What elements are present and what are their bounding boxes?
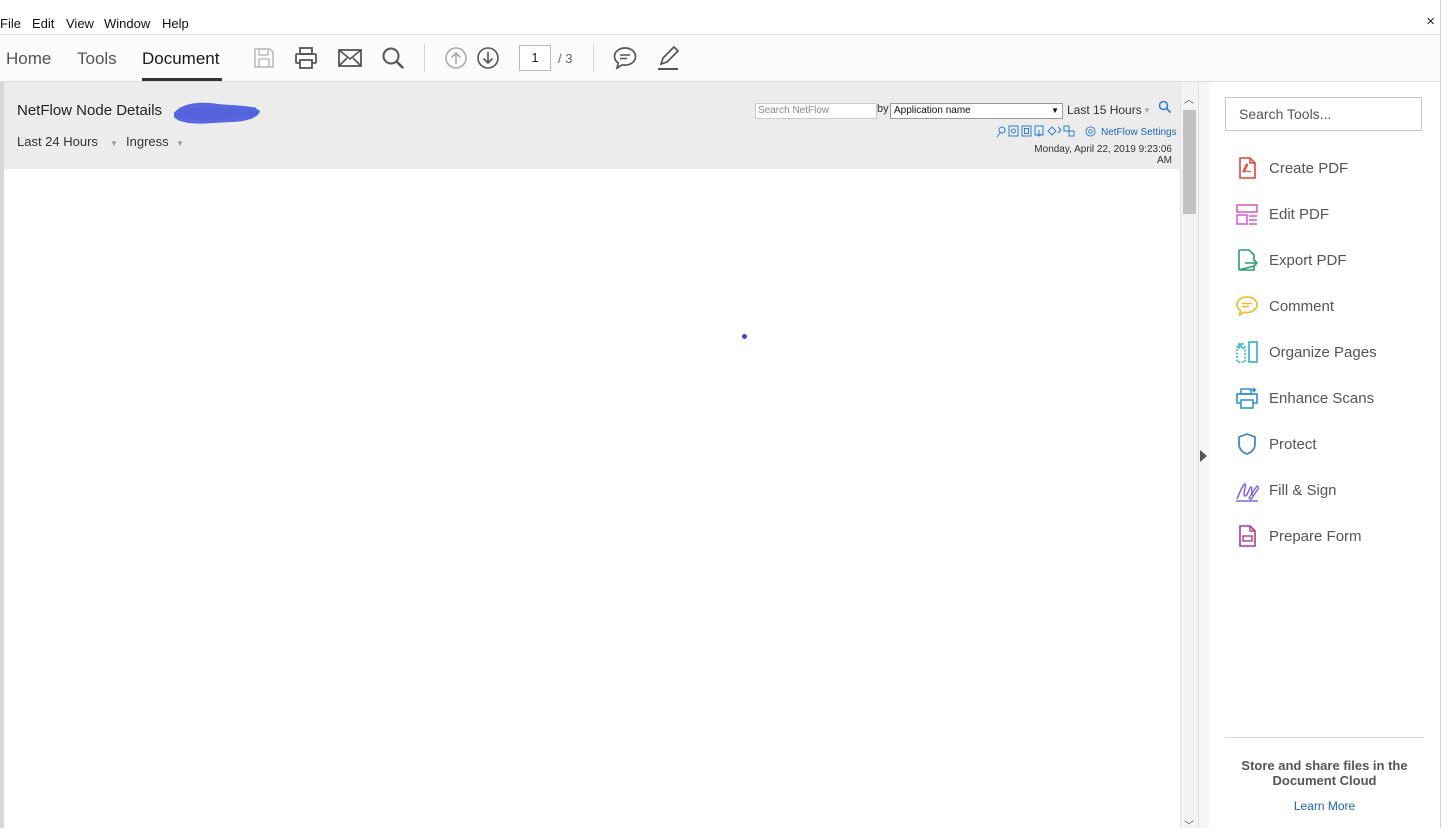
enhance-scans-icon xyxy=(1236,387,1258,409)
netflow-search-input[interactable]: Search NetFlow xyxy=(755,103,877,119)
chevron-down-icon[interactable]: ▼ xyxy=(1143,106,1151,115)
active-tab-indicator xyxy=(142,78,222,81)
menu-edit[interactable]: Edit xyxy=(32,16,54,31)
toolbar-separator xyxy=(424,44,425,72)
tab-home[interactable]: Home xyxy=(6,49,51,69)
tool-label: Edit PDF xyxy=(1269,206,1330,223)
tool-label: Export PDF xyxy=(1269,252,1347,269)
highlight-pen-icon[interactable] xyxy=(655,45,681,71)
tool-label: Prepare Form xyxy=(1269,528,1362,545)
page-down-icon[interactable] xyxy=(475,45,501,71)
tool-enhance-scans[interactable]: Enhance Scans xyxy=(1235,384,1435,414)
chevron-down-icon[interactable]: ▼ xyxy=(110,139,118,148)
document-left-border xyxy=(0,82,4,828)
redaction-scribble xyxy=(174,102,260,124)
tool-prepare-form[interactable]: Prepare Form xyxy=(1235,522,1435,552)
print-icon[interactable] xyxy=(293,45,319,71)
protect-icon xyxy=(1238,433,1256,455)
menu-window[interactable]: Window xyxy=(104,16,150,31)
tool-fill-sign[interactable]: Fill & Sign xyxy=(1235,476,1435,506)
period-select[interactable]: Last 15 Hours xyxy=(1067,103,1142,117)
toolbar: Home Tools Document 1 / 3 xyxy=(0,35,1440,82)
tool-export-pdf[interactable]: Export PDF xyxy=(1235,246,1435,276)
prepare-form-icon xyxy=(1239,525,1256,547)
window-right-edge xyxy=(1440,0,1449,828)
timestamp: Monday, April 22, 2019 9:23:06 AM xyxy=(1034,144,1172,166)
save-icon[interactable] xyxy=(251,45,277,71)
export-pdf-icon xyxy=(1238,249,1259,271)
tools-pane: Search Tools... Create PDF Edit PDF Expo… xyxy=(1209,82,1440,828)
toolbar-separator xyxy=(593,44,594,72)
gear-icon[interactable] xyxy=(1085,126,1096,137)
tool-create-pdf[interactable]: Create PDF xyxy=(1235,154,1435,184)
document-viewport[interactable] xyxy=(0,82,1198,828)
page-title: NetFlow Node Details xyxy=(17,102,163,119)
chevron-down-icon: ▼ xyxy=(1051,106,1059,115)
comment-icon xyxy=(1236,296,1258,317)
page-number-input[interactable]: 1 xyxy=(519,45,551,71)
expand-arrow-icon[interactable] xyxy=(1200,450,1207,462)
tab-document[interactable]: Document xyxy=(142,49,219,69)
menu-file[interactable]: File xyxy=(0,16,21,31)
fill-sign-icon xyxy=(1236,483,1259,502)
edit-pdf-icon xyxy=(1236,204,1258,225)
netflow-header: NetFlow Node Details Last 24 Hours ▼ Ing… xyxy=(4,82,1180,169)
page-total: / 3 xyxy=(558,51,573,66)
search-icon[interactable] xyxy=(1158,100,1172,114)
tool-protect[interactable]: Protect xyxy=(1235,430,1435,460)
learn-more-link[interactable]: Learn More xyxy=(1225,799,1424,813)
menu-bar: File Edit View Window Help × xyxy=(0,0,1449,35)
time-range-filter[interactable]: Last 24 Hours xyxy=(17,134,98,149)
search-by-label: by xyxy=(877,103,889,115)
comment-icon[interactable] xyxy=(612,45,638,71)
create-pdf-icon xyxy=(1239,157,1256,179)
scroll-up-icon[interactable]: ︿ xyxy=(1184,91,1194,106)
tool-edit-pdf[interactable]: Edit PDF xyxy=(1235,200,1435,230)
direction-filter[interactable]: Ingress xyxy=(126,134,169,149)
tool-label: Organize Pages xyxy=(1269,344,1377,361)
tool-label: Enhance Scans xyxy=(1269,390,1375,407)
scrollbar-thumb[interactable] xyxy=(1183,110,1196,214)
organize-pages-icon xyxy=(1236,341,1258,363)
tools-search-input[interactable]: Search Tools... xyxy=(1225,97,1422,131)
view-options-icons[interactable] xyxy=(996,124,1078,138)
menu-help[interactable]: Help xyxy=(162,16,189,31)
email-icon[interactable] xyxy=(337,45,363,71)
search-by-select[interactable]: Application name ▼ xyxy=(890,103,1063,119)
tool-organize-pages[interactable]: Organize Pages xyxy=(1235,338,1435,368)
scroll-down-icon[interactable]: ﹀ xyxy=(1184,817,1194,832)
document-cloud-promo: Store and share files in the Document Cl… xyxy=(1241,758,1408,788)
tool-label: Protect xyxy=(1269,436,1317,453)
loading-dot xyxy=(742,334,747,339)
page-up-icon[interactable] xyxy=(443,45,469,71)
divider xyxy=(1225,737,1424,738)
tab-tools[interactable]: Tools xyxy=(77,49,117,69)
chevron-down-icon[interactable]: ▼ xyxy=(176,139,184,148)
vertical-scrollbar[interactable]: ︿ ﹀ xyxy=(1180,82,1199,832)
netflow-settings-link[interactable]: NetFlow Settings xyxy=(1101,127,1177,138)
menu-view[interactable]: View xyxy=(66,16,94,31)
search-icon[interactable] xyxy=(380,45,406,71)
tool-label: Comment xyxy=(1269,298,1335,315)
close-icon[interactable]: × xyxy=(1426,13,1435,30)
search-by-value: Application name xyxy=(894,105,971,116)
tool-label: Fill & Sign xyxy=(1269,482,1337,499)
tool-label: Create PDF xyxy=(1269,160,1349,177)
tool-comment[interactable]: Comment xyxy=(1235,292,1435,322)
